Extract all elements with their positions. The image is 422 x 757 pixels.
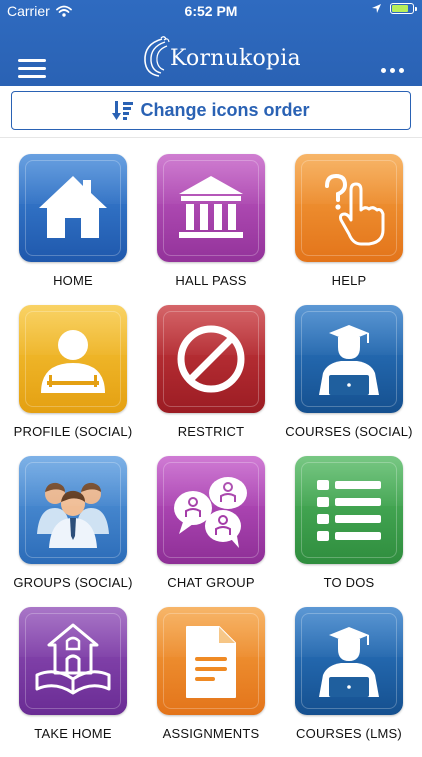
graduate-icon <box>295 607 403 715</box>
tile-profile-social[interactable]: PROFILE (SOCIAL) <box>0 305 146 455</box>
tile-home[interactable]: HOME <box>0 154 146 304</box>
restrict-icon <box>157 305 265 413</box>
app-header: Carrier 6:52 PM Kornukopia <box>0 0 422 86</box>
change-icons-order-label: Change icons order <box>140 100 310 120</box>
status-bar: Carrier 6:52 PM <box>0 0 422 22</box>
tile-chat-group[interactable]: CHAT GROUP <box>138 456 284 606</box>
tile-label: COURSES (SOCIAL) <box>285 424 413 439</box>
tile-label: HELP <box>331 273 367 288</box>
tile-restrict[interactable]: RESTRICT <box>138 305 284 455</box>
tile-label: TO DOS <box>323 575 375 590</box>
hall-pass-icon <box>157 154 265 262</box>
home-icon <box>19 154 127 262</box>
divider <box>0 137 422 138</box>
take-home-icon <box>19 607 127 715</box>
app-logo: Kornukopia <box>140 36 301 80</box>
tile-take-home[interactable]: TAKE HOME <box>0 607 146 757</box>
tile-hall-pass[interactable]: HALL PASS <box>138 154 284 304</box>
assignment-icon <box>157 607 265 715</box>
status-icons <box>371 3 417 14</box>
help-icon <box>295 154 403 262</box>
graduate-icon <box>295 305 403 413</box>
location-arrow-icon <box>372 4 381 13</box>
tile-courses-lms[interactable]: COURSES (LMS) <box>276 607 422 757</box>
logo-text: Kornukopia <box>170 45 301 71</box>
hamburger-menu-button[interactable] <box>18 59 46 79</box>
battery-icon <box>390 3 417 14</box>
chat-group-icon <box>157 456 265 564</box>
tile-assignments[interactable]: ASSIGNMENTS <box>138 607 284 757</box>
change-icons-order-button[interactable]: Change icons order <box>11 91 411 130</box>
more-options-button[interactable] <box>381 68 404 73</box>
todo-list-icon <box>295 456 403 564</box>
tile-courses-social[interactable]: COURSES (SOCIAL) <box>276 305 422 455</box>
groups-icon <box>19 456 127 564</box>
profile-icon <box>19 305 127 413</box>
sort-icon <box>112 100 134 120</box>
tile-label: COURSES (LMS) <box>296 726 402 741</box>
tile-help[interactable]: HELP <box>276 154 422 304</box>
cornucopia-logo-icon <box>144 36 170 77</box>
tile-to-dos[interactable]: TO DOS <box>276 456 422 606</box>
clock: 6:52 PM <box>184 3 238 19</box>
tile-groups-social[interactable]: GROUPS (SOCIAL) <box>0 456 146 606</box>
